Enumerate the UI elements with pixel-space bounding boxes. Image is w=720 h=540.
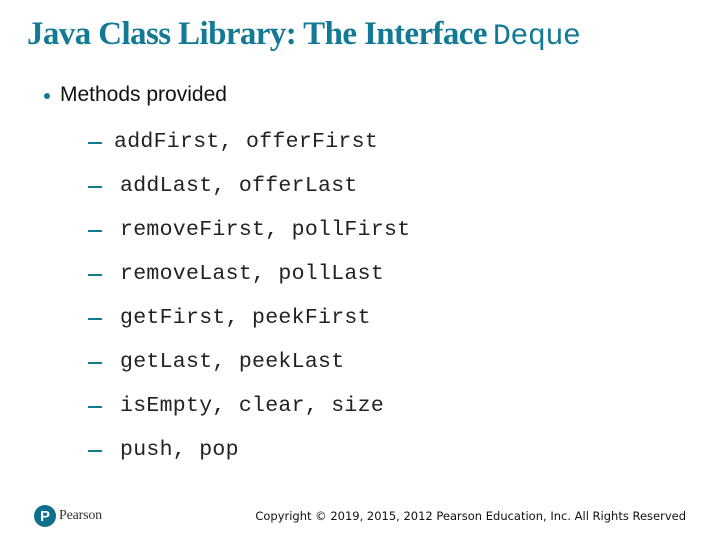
- slide-title: Java Class Library: The Interface Deque: [27, 12, 581, 59]
- bullet-text: Methods provided: [60, 83, 227, 106]
- pearson-p-icon: P: [34, 505, 56, 527]
- slide: Java Class Library: The Interface Deque M…: [0, 0, 720, 540]
- dash-icon: [88, 406, 102, 408]
- method-text: push, pop: [120, 438, 239, 462]
- dash-icon: [88, 318, 102, 320]
- title-code: Deque: [492, 20, 581, 54]
- method-text: addLast, offerLast: [120, 174, 358, 198]
- method-item: removeFirst, pollFirst: [88, 208, 410, 252]
- method-item: isEmpty, clear, size: [88, 384, 410, 428]
- methods-list: addFirst, offerFirst addLast, offerLast …: [88, 120, 410, 472]
- method-text: addFirst, offerFirst: [114, 130, 379, 154]
- pearson-logo: P Pearson: [34, 505, 102, 527]
- title-text: Java Class Library: The Interface: [27, 16, 487, 52]
- bullet-dot-icon: [44, 93, 50, 99]
- dash-icon: [88, 230, 102, 232]
- pearson-wordmark: Pearson: [59, 508, 102, 523]
- dash-icon: [88, 450, 102, 452]
- method-item: push, pop: [88, 428, 410, 472]
- method-item: addLast, offerLast: [88, 164, 410, 208]
- method-item: removeLast, pollLast: [88, 252, 410, 296]
- method-text: removeLast, pollLast: [120, 262, 385, 286]
- method-text: getLast, peekLast: [120, 350, 345, 374]
- dash-icon: [88, 274, 102, 276]
- method-text: removeFirst, pollFirst: [120, 218, 411, 242]
- method-item: addFirst, offerFirst: [88, 120, 410, 164]
- method-item: getLast, peekLast: [88, 340, 410, 384]
- dash-icon: [88, 362, 102, 364]
- method-text: getFirst, peekFirst: [120, 306, 371, 330]
- method-text: isEmpty, clear, size: [120, 394, 385, 418]
- method-item: getFirst, peekFirst: [88, 296, 410, 340]
- dash-icon: [88, 186, 102, 188]
- copyright-notice: Copyright © 2019, 2015, 2012 Pearson Edu…: [255, 509, 686, 523]
- bullet-item: Methods provided: [44, 80, 227, 110]
- dash-icon: [88, 142, 102, 144]
